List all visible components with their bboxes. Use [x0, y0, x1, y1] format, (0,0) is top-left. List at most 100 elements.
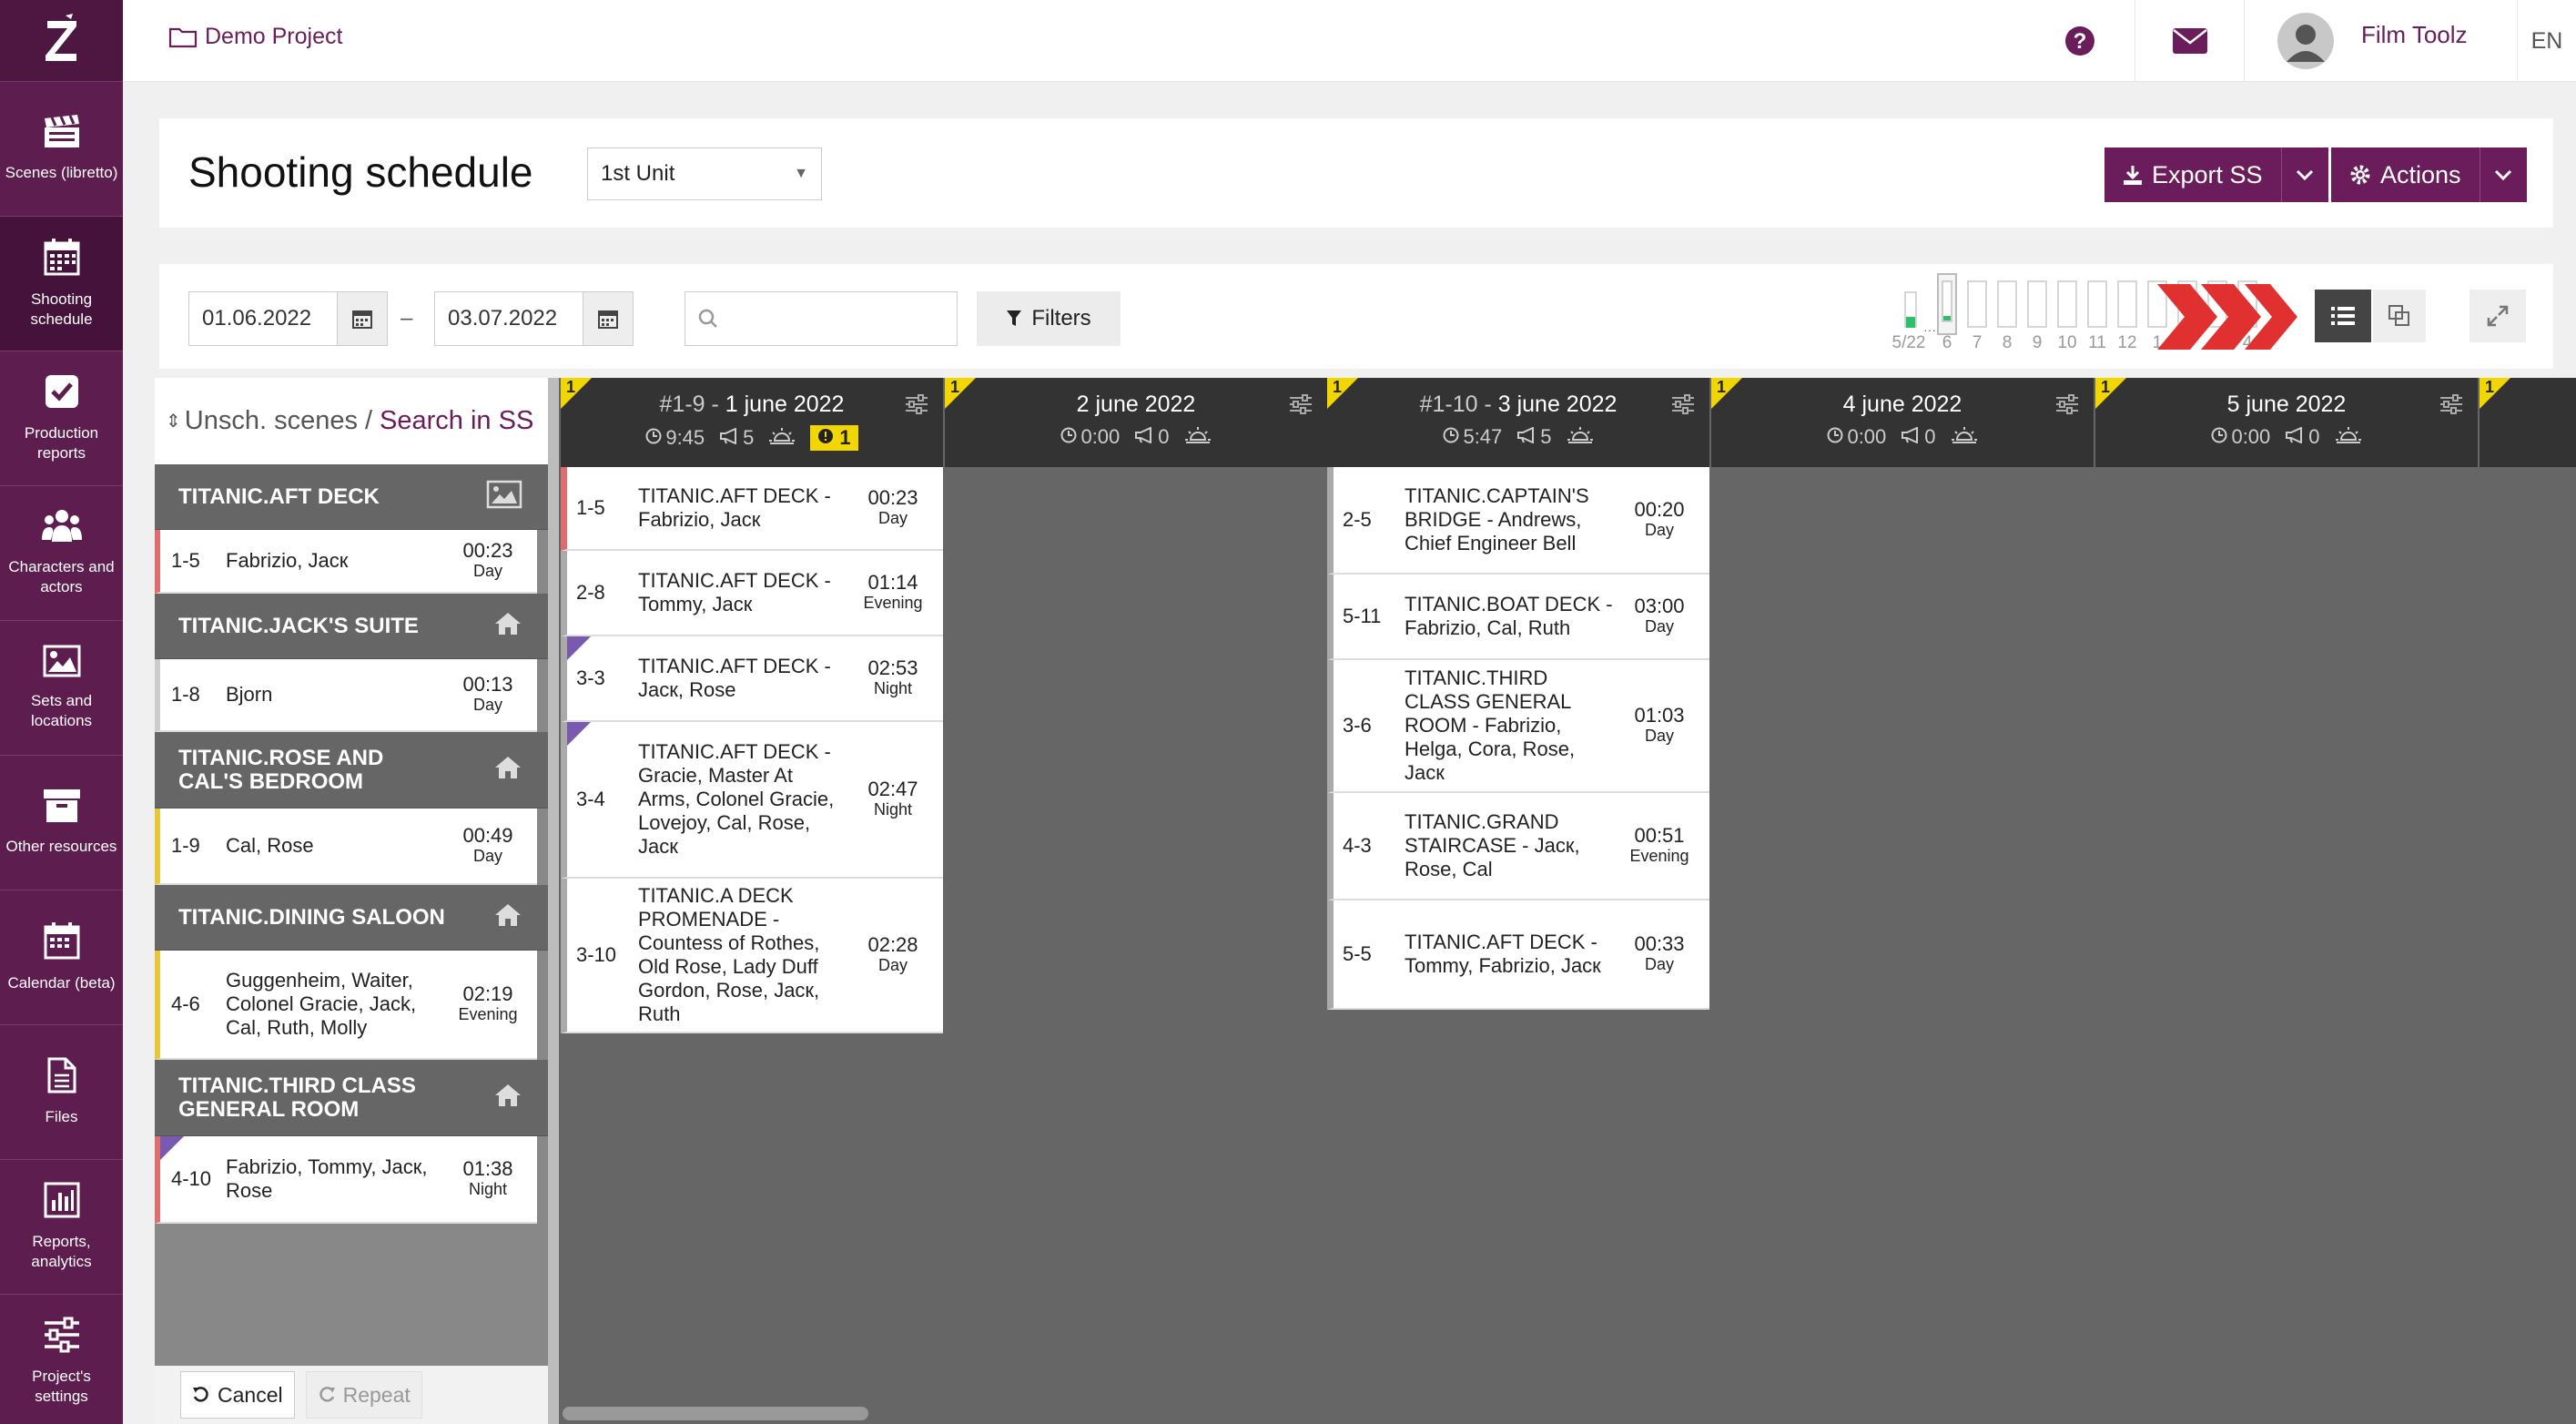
sliders-icon [43, 1317, 81, 1358]
sunrise-icon[interactable] [768, 426, 796, 450]
scene-description: TITANIC.GRAND STAIRCASE - Jacк, Rose, Ca… [1405, 810, 1580, 880]
repeat-button[interactable]: Repeat [305, 1371, 422, 1419]
horizontal-scrollbar[interactable] [563, 1407, 868, 1420]
unit-select[interactable]: 1st Unit ▼ [587, 147, 822, 200]
scene-description: TITANIC.THIRD CLASS GENERAL ROOM - Fabri… [1405, 666, 1576, 784]
search-input[interactable] [685, 291, 958, 346]
scheduled-scene-card[interactable]: 5-11 TITANIC.BOAT DECK - Fabrizio, Cal, R… [1327, 575, 1709, 660]
day-slot[interactable] [1997, 280, 2017, 328]
filters-button[interactable]: Filters [977, 291, 1121, 346]
unscheduled-scene-row[interactable]: 4-6 Guggenheim, Waiter, Colonel Gracie, J… [155, 951, 537, 1060]
day-settings-icon[interactable] [2055, 394, 2079, 419]
home-icon[interactable] [493, 611, 522, 642]
sidebar-item-calendar-beta[interactable]: Calendar (beta) [0, 890, 123, 1025]
scheduled-scene-card[interactable]: 3-10 TITANIC.A DECK PROMENADE - Countess … [561, 879, 943, 1033]
day-header[interactable]: 1 2 june 2022 0:00 0 [945, 378, 1327, 467]
actions-button[interactable]: Actions [2331, 147, 2480, 202]
home-icon[interactable] [493, 755, 522, 786]
sidebar-item-sets-and-locations[interactable]: Sets and locations [0, 621, 123, 756]
scheduled-scene-card[interactable]: 5-5 TITANIC.AFT DECK - Tommy, Fabrizio, J… [1327, 900, 1709, 1010]
fullscreen-button[interactable] [2470, 290, 2526, 342]
project-link[interactable]: Demo Project [168, 24, 342, 50]
unscheduled-scene-row[interactable]: 1-5 Fabrizio, Jacк 00:23 Day [155, 530, 537, 594]
unscheduled-scene-row[interactable]: 1-9 Cal, Rose 00:49 Day [155, 809, 537, 885]
export-ss-button[interactable]: Export SS [2104, 147, 2281, 202]
day-header[interactable]: 1 [2480, 378, 2576, 467]
help-button[interactable]: ? [2025, 0, 2135, 82]
day-slot[interactable] [2057, 280, 2077, 328]
location-header[interactable]: TITANIC.AFT DECK [155, 464, 548, 530]
unscheduled-scene-row[interactable]: 4-10 Fabrizio, Tommy, Jacк, Rose 01:38 Nigh… [155, 1136, 537, 1224]
messages-button[interactable] [2135, 0, 2244, 82]
day-settings-icon[interactable] [1289, 394, 1313, 419]
day-slot[interactable] [2027, 280, 2047, 328]
cancel-button[interactable]: Cancel [180, 1371, 295, 1419]
user-menu[interactable]: Film Toolz [2244, 0, 2517, 82]
actions-dropdown-toggle[interactable] [2479, 147, 2527, 202]
scene-time: 02:47 [867, 778, 918, 800]
scene-time: 00:20 [1634, 498, 1685, 521]
calendar-icon[interactable] [337, 292, 387, 345]
sidebar-item-scenes-libretto[interactable]: Scenes (libretto) [0, 82, 123, 217]
sidebar-item-production-reports[interactable]: Production reports [0, 351, 123, 486]
date-to-field[interactable]: 03.07.2022 [434, 291, 634, 346]
list-view-button[interactable] [2315, 290, 2371, 342]
location-header[interactable]: TITANIC.JACK'S SUITE [155, 594, 548, 659]
location-header[interactable]: TITANIC.ROSE AND CAL'S BEDROOM [155, 732, 548, 809]
export-dropdown-toggle[interactable] [2280, 147, 2328, 202]
sidebar-item-characters-and-actors[interactable]: Characters and actors [0, 486, 123, 621]
scheduled-scene-card[interactable]: 3-3 TITANIC.AFT DECK - Jacк, Rose 02:53 Nig… [561, 636, 943, 722]
day-flag-number: 1 [2101, 378, 2111, 396]
day-warning-badge[interactable]: 1 [810, 425, 858, 451]
sunrise-icon[interactable] [1567, 425, 1594, 449]
day-slot-label: 9 [2032, 333, 2043, 352]
location-header[interactable]: TITANIC.DINING SALOON [155, 885, 548, 951]
day-settings-icon[interactable] [905, 394, 928, 419]
sidebar-item-shooting-schedule[interactable]: Shooting schedule [0, 217, 123, 351]
day-header[interactable]: 1 4 june 2022 0:00 0 [1711, 378, 2094, 467]
sidebar-item-label: Shooting schedule [30, 290, 93, 328]
location-header[interactable]: TITANIC.THIRD CLASS GENERAL ROOM [155, 1060, 548, 1136]
sort-icon[interactable]: ⇕ [166, 410, 181, 432]
day-header[interactable]: 1 5 june 2022 0:00 0 [2095, 378, 2478, 467]
unscheduled-scene-row[interactable]: 1-8 Bjorn 00:13 Day [155, 659, 537, 732]
home-icon[interactable] [493, 1083, 522, 1114]
copy-icon [2388, 305, 2409, 326]
day-header[interactable]: 1 #1-10 - 3 june 2022 5:47 5 [1327, 378, 1709, 467]
scheduled-scene-card[interactable]: 1-5 TITANIC.AFT DECK - Fabrizio, Jacк 00:2… [561, 467, 943, 551]
scene-number: 2-8 [576, 581, 605, 604]
compare-view-button[interactable] [2373, 290, 2426, 342]
schedule-toolbar: 01.06.2022 – 03.07.2022 Filters 5/22 6 7 8 9… [159, 264, 2553, 369]
app-logo[interactable] [0, 0, 123, 82]
sunrise-icon[interactable] [2335, 425, 2362, 449]
scheduled-scene-card[interactable]: 4-3 TITANIC.GRAND STAIRCASE - Jacк, Rose,… [1327, 793, 1709, 900]
date-from-field[interactable]: 01.06.2022 [188, 291, 388, 346]
day-slot[interactable] [2117, 280, 2137, 328]
day-slot[interactable] [1967, 280, 1987, 328]
home-icon[interactable] [493, 902, 522, 933]
day-header[interactable]: 1 #1-9 - 1 june 2022 9:45 5 1 [561, 378, 943, 467]
scheduled-scene-card[interactable]: 2-8 TITANIC.AFT DECK - Tommy, Jacк 01:14 Ev… [561, 551, 943, 636]
scene-duration: 00:33 Day [1614, 934, 1705, 974]
language-switch[interactable]: EN [2517, 0, 2576, 82]
day-slot[interactable] [2087, 280, 2107, 328]
search-in-ss-tab[interactable]: Search in SS [380, 406, 533, 436]
scheduled-scene-card[interactable]: 3-6 TITANIC.THIRD CLASS GENERAL ROOM - Fa… [1327, 660, 1709, 793]
sidebar-item-other-resources[interactable]: Other resources [0, 756, 123, 890]
image-icon[interactable] [486, 480, 522, 514]
svg-text:?: ? [2074, 29, 2087, 54]
day-settings-icon[interactable] [1671, 394, 1695, 419]
sidebar-item-project-s-settings[interactable]: Project's settings [0, 1295, 123, 1424]
day-slot[interactable] [1937, 273, 1957, 335]
sidebar-item-reports-analytics[interactable]: Reports, analytics [0, 1160, 123, 1295]
day-slot[interactable] [1901, 291, 1921, 328]
unscheduled-scenes-tab[interactable]: Unsch. scenes [185, 406, 358, 436]
scheduled-scene-card[interactable]: 2-5 TITANIC.CAPTAIN'S BRIDGE - Andrews, C… [1327, 467, 1709, 575]
scheduled-scene-card[interactable]: 3-4 TITANIC.AFT DECK - Gracie, Master At … [561, 722, 943, 879]
sunrise-icon[interactable] [1951, 425, 1978, 449]
day-prefix: #1-10 - [1419, 392, 1492, 417]
day-settings-icon[interactable] [2439, 394, 2463, 419]
sidebar-item-files[interactable]: Files [0, 1025, 123, 1160]
sunrise-icon[interactable] [1184, 425, 1212, 449]
calendar-icon[interactable] [583, 292, 633, 345]
